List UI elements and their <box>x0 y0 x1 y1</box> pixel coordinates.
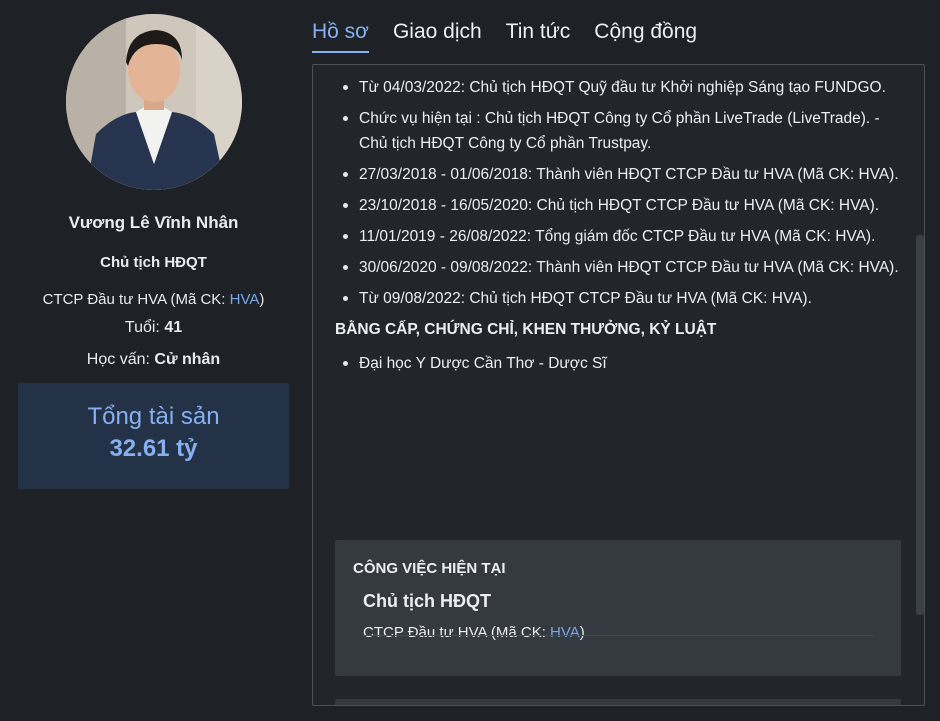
career-item: Từ 09/08/2022: Chủ tịch HĐQT CTCP Đầu tư… <box>335 286 905 311</box>
company-name-text: CTCP Đầu tư HVA (Mã CK: <box>42 291 230 308</box>
current-job-company: CTCP Đầu tư HVA (Mã CK: HVA) <box>363 624 883 641</box>
age-value: 41 <box>164 319 183 336</box>
company-suffix-text: ) <box>259 291 265 308</box>
avatar-portrait-image <box>65 14 242 190</box>
person-education: Học vấn: Cử nhân <box>18 351 289 369</box>
current-job-company-text: CTCP Đầu tư HVA (Mã CK: <box>363 624 551 641</box>
profile-tabs: Hồ sơ Giao dịch Tin tức Cộng đồng <box>312 20 721 54</box>
career-item: 11/01/2019 - 26/08/2022: Tổng giám đốc C… <box>335 224 905 249</box>
education-value: Cử nhân <box>154 351 221 368</box>
current-job-card: CÔNG VIỆC HIỆN TẠI Chủ tịch HĐQT CTCP Đầ… <box>335 540 901 676</box>
job-divider <box>363 635 873 636</box>
person-company: CTCP Đầu tư HVA (Mã CK: HVA) <box>18 291 289 308</box>
age-label: Tuổi: <box>124 319 165 336</box>
current-job-heading: CÔNG VIỆC HIỆN TẠI <box>353 560 506 577</box>
total-assets-box: Tổng tài sản 32.61 tỷ <box>18 383 289 489</box>
ticker-link[interactable]: HVA <box>230 291 260 308</box>
person-age: Tuổi: 41 <box>18 319 289 337</box>
tab-profile[interactable]: Hồ sơ <box>312 20 369 54</box>
career-item: 23/10/2018 - 16/05/2020: Chủ tịch HĐQT C… <box>335 193 905 218</box>
career-list: Từ 04/03/2022: Chủ tịch HĐQT Quỹ đầu tư … <box>335 75 904 311</box>
credentials-heading: BẰNG CẤP, CHỨNG CHỈ, KHEN THƯỞNG, KỶ LUẬ… <box>335 321 717 338</box>
avatar <box>65 14 242 190</box>
person-role: Chủ tịch HĐQT <box>100 254 207 271</box>
career-item: Từ 04/03/2022: Chủ tịch HĐQT Quỹ đầu tư … <box>335 75 905 100</box>
total-assets-label: Tổng tài sản <box>87 403 220 430</box>
career-item: Chức vụ hiện tại : Chủ tịch HĐQT Công ty… <box>335 106 905 156</box>
career-item: 27/03/2018 - 01/06/2018: Thành viên HĐQT… <box>335 162 905 187</box>
credential-item: Đại học Y Dược Cần Thơ - Dược Sĩ <box>335 351 905 376</box>
tab-community[interactable]: Cộng đồng <box>594 20 697 54</box>
profile-content-panel[interactable]: Từ 04/03/2022: Chủ tịch HĐQT Quỹ đầu tư … <box>312 64 925 706</box>
person-name: Vương Lê Vĩnh Nhân <box>68 213 239 232</box>
credentials-list: Đại học Y Dược Cần Thơ - Dược Sĩ <box>335 351 904 376</box>
next-job-card <box>335 699 901 705</box>
education-label: Học vấn: <box>86 351 155 368</box>
tab-news[interactable]: Tin tức <box>506 20 571 54</box>
current-job-title: Chủ tịch HĐQT <box>363 591 491 611</box>
panel-scrollbar[interactable] <box>916 235 924 615</box>
current-job-company-suffix: ) <box>579 624 585 641</box>
tab-transactions[interactable]: Giao dịch <box>393 20 482 54</box>
current-job-ticker-link[interactable]: HVA <box>550 624 580 641</box>
total-assets-value: 32.61 tỷ <box>109 435 198 462</box>
profile-sidebar: Vương Lê Vĩnh Nhân Chủ tịch HĐQT CTCP Đầ… <box>18 14 289 489</box>
career-item: 30/06/2020 - 09/08/2022: Thành viên HĐQT… <box>335 255 905 280</box>
